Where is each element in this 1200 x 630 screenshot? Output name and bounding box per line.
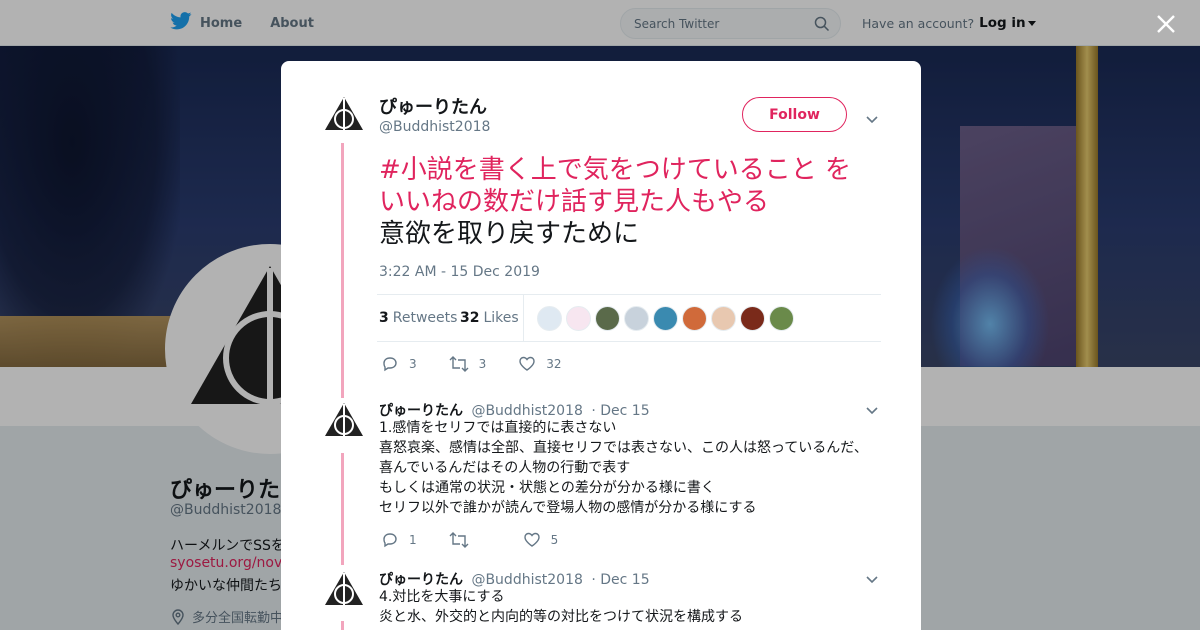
reply-text: 1.感情をセリフでは直接的に表さない 喜怒哀楽、感情は全部、直接セリフでは表さな… xyxy=(379,418,879,518)
tweet-actions: 3 3 32 xyxy=(381,355,594,373)
chevron-down-icon[interactable] xyxy=(866,111,878,124)
chevron-down-icon[interactable] xyxy=(866,402,878,415)
retweet-button[interactable]: 3 xyxy=(449,355,487,373)
reply-header: ぴゅーりたん @Buddhist2018 · Dec 15 xyxy=(379,569,650,589)
tweet-author-handle[interactable]: @Buddhist2018 xyxy=(379,119,490,135)
likes-stat[interactable]: 32 Likes xyxy=(460,310,519,326)
retweet-icon xyxy=(449,356,469,372)
liker-avatar[interactable] xyxy=(769,306,794,331)
reply-icon xyxy=(383,357,397,372)
tweet-modal: ぴゅーりたん @Buddhist2018 Follow #小説を書く上で気をつけ… xyxy=(281,61,921,630)
thread-line xyxy=(341,453,344,565)
reply-text-line: 炎と水、外交的と内向的等の対比をつけて状況を構成する xyxy=(379,609,743,625)
chevron-down-icon[interactable] xyxy=(866,571,878,584)
liker-avatar[interactable] xyxy=(653,306,678,331)
reply-author-handle[interactable]: @Buddhist2018 xyxy=(471,403,582,419)
reply-date[interactable]: · Dec 15 xyxy=(591,572,649,588)
reply-text-line: 4.対比を大事にする xyxy=(379,589,505,605)
liker-avatar[interactable] xyxy=(624,306,649,331)
likers-avatars xyxy=(537,306,798,331)
liker-avatar[interactable] xyxy=(711,306,736,331)
reply-author-name[interactable]: ぴゅーりたん xyxy=(379,403,463,419)
tweet-text-part: を xyxy=(816,155,852,185)
hashtag-link[interactable]: #小説を書く上で気をつけていること xyxy=(379,155,817,185)
liker-avatar[interactable] xyxy=(566,306,591,331)
thread-line xyxy=(341,143,344,398)
follow-button[interactable]: Follow xyxy=(742,97,847,132)
heart-icon xyxy=(519,356,535,371)
retweet-button[interactable] xyxy=(449,531,479,549)
reply-button[interactable]: 3 xyxy=(381,355,417,373)
liker-avatar[interactable] xyxy=(682,306,707,331)
reply-date[interactable]: · Dec 15 xyxy=(591,403,649,419)
tweet-author-name[interactable]: ぴゅーりたん xyxy=(379,93,487,119)
retweets-stat[interactable]: 3 Retweets xyxy=(379,310,457,326)
retweet-count: 3 xyxy=(478,357,487,371)
reply-author-handle[interactable]: @Buddhist2018 xyxy=(471,572,582,588)
reply-icon xyxy=(383,533,397,548)
retweets-label: Retweets xyxy=(392,310,458,326)
likes-count: 32 xyxy=(460,310,480,326)
like-button[interactable]: 32 xyxy=(518,355,562,373)
avatar[interactable] xyxy=(323,94,365,136)
like-count: 32 xyxy=(546,357,562,371)
reply-text: 4.対比を大事にする 炎と水、外交的と内向的等の対比をつけて状況を構成する xyxy=(379,587,879,627)
deathly-hallows-icon xyxy=(325,403,363,436)
reply-actions: 1 5 xyxy=(381,531,590,549)
reply-text-line: 1.感情をセリフでは直接的に表さない xyxy=(379,420,617,436)
likes-label: Likes xyxy=(483,310,519,326)
tweet-timestamp[interactable]: 3:22 AM - 15 Dec 2019 xyxy=(379,264,540,280)
deathly-hallows-icon xyxy=(325,572,363,605)
tweet-text: #小説を書く上で気をつけていること を いいねの数だけ話す見た人もやる 意欲を取… xyxy=(379,154,879,250)
reply-text-line: 喜怒哀楽、感情は全部、直接セリフでは表さない、この人は怒っているんだ、 xyxy=(379,440,868,456)
like-count: 5 xyxy=(550,533,559,547)
reply-count: 1 xyxy=(409,533,417,547)
reply-text-line: もしくは通常の状況・状態との差分が分かる様に書く xyxy=(379,480,715,496)
liker-avatar[interactable] xyxy=(595,306,620,331)
stats-divider xyxy=(523,295,524,341)
retweet-icon xyxy=(449,532,469,548)
reply-button[interactable]: 1 xyxy=(381,531,417,549)
avatar[interactable] xyxy=(323,569,365,611)
thread-line xyxy=(341,621,344,630)
reply-text-line: セリフ以外で誰かが読んで登場人物の感情が分かる様にする xyxy=(379,500,757,516)
heart-icon xyxy=(523,532,540,547)
avatar[interactable] xyxy=(323,400,365,442)
reply-count: 3 xyxy=(409,357,417,371)
tweet-text-part: 意欲を取り戻すために xyxy=(379,219,640,249)
deathly-hallows-icon xyxy=(325,97,363,130)
reply-text-line: 喜んでいるんだはその人物の行動で表す xyxy=(379,460,631,476)
liker-avatar[interactable] xyxy=(537,306,562,331)
tweet-stats: 3 Retweets 32 Likes xyxy=(377,294,881,342)
retweets-count: 3 xyxy=(379,310,389,326)
reply-author-name[interactable]: ぴゅーりたん xyxy=(379,572,463,588)
close-icon[interactable] xyxy=(1154,12,1178,36)
like-button[interactable]: 5 xyxy=(523,531,559,549)
reply-header: ぴゅーりたん @Buddhist2018 · Dec 15 xyxy=(379,400,650,420)
hashtag-link[interactable]: いいねの数だけ話す見た人もやる xyxy=(379,187,769,217)
liker-avatar[interactable] xyxy=(740,306,765,331)
